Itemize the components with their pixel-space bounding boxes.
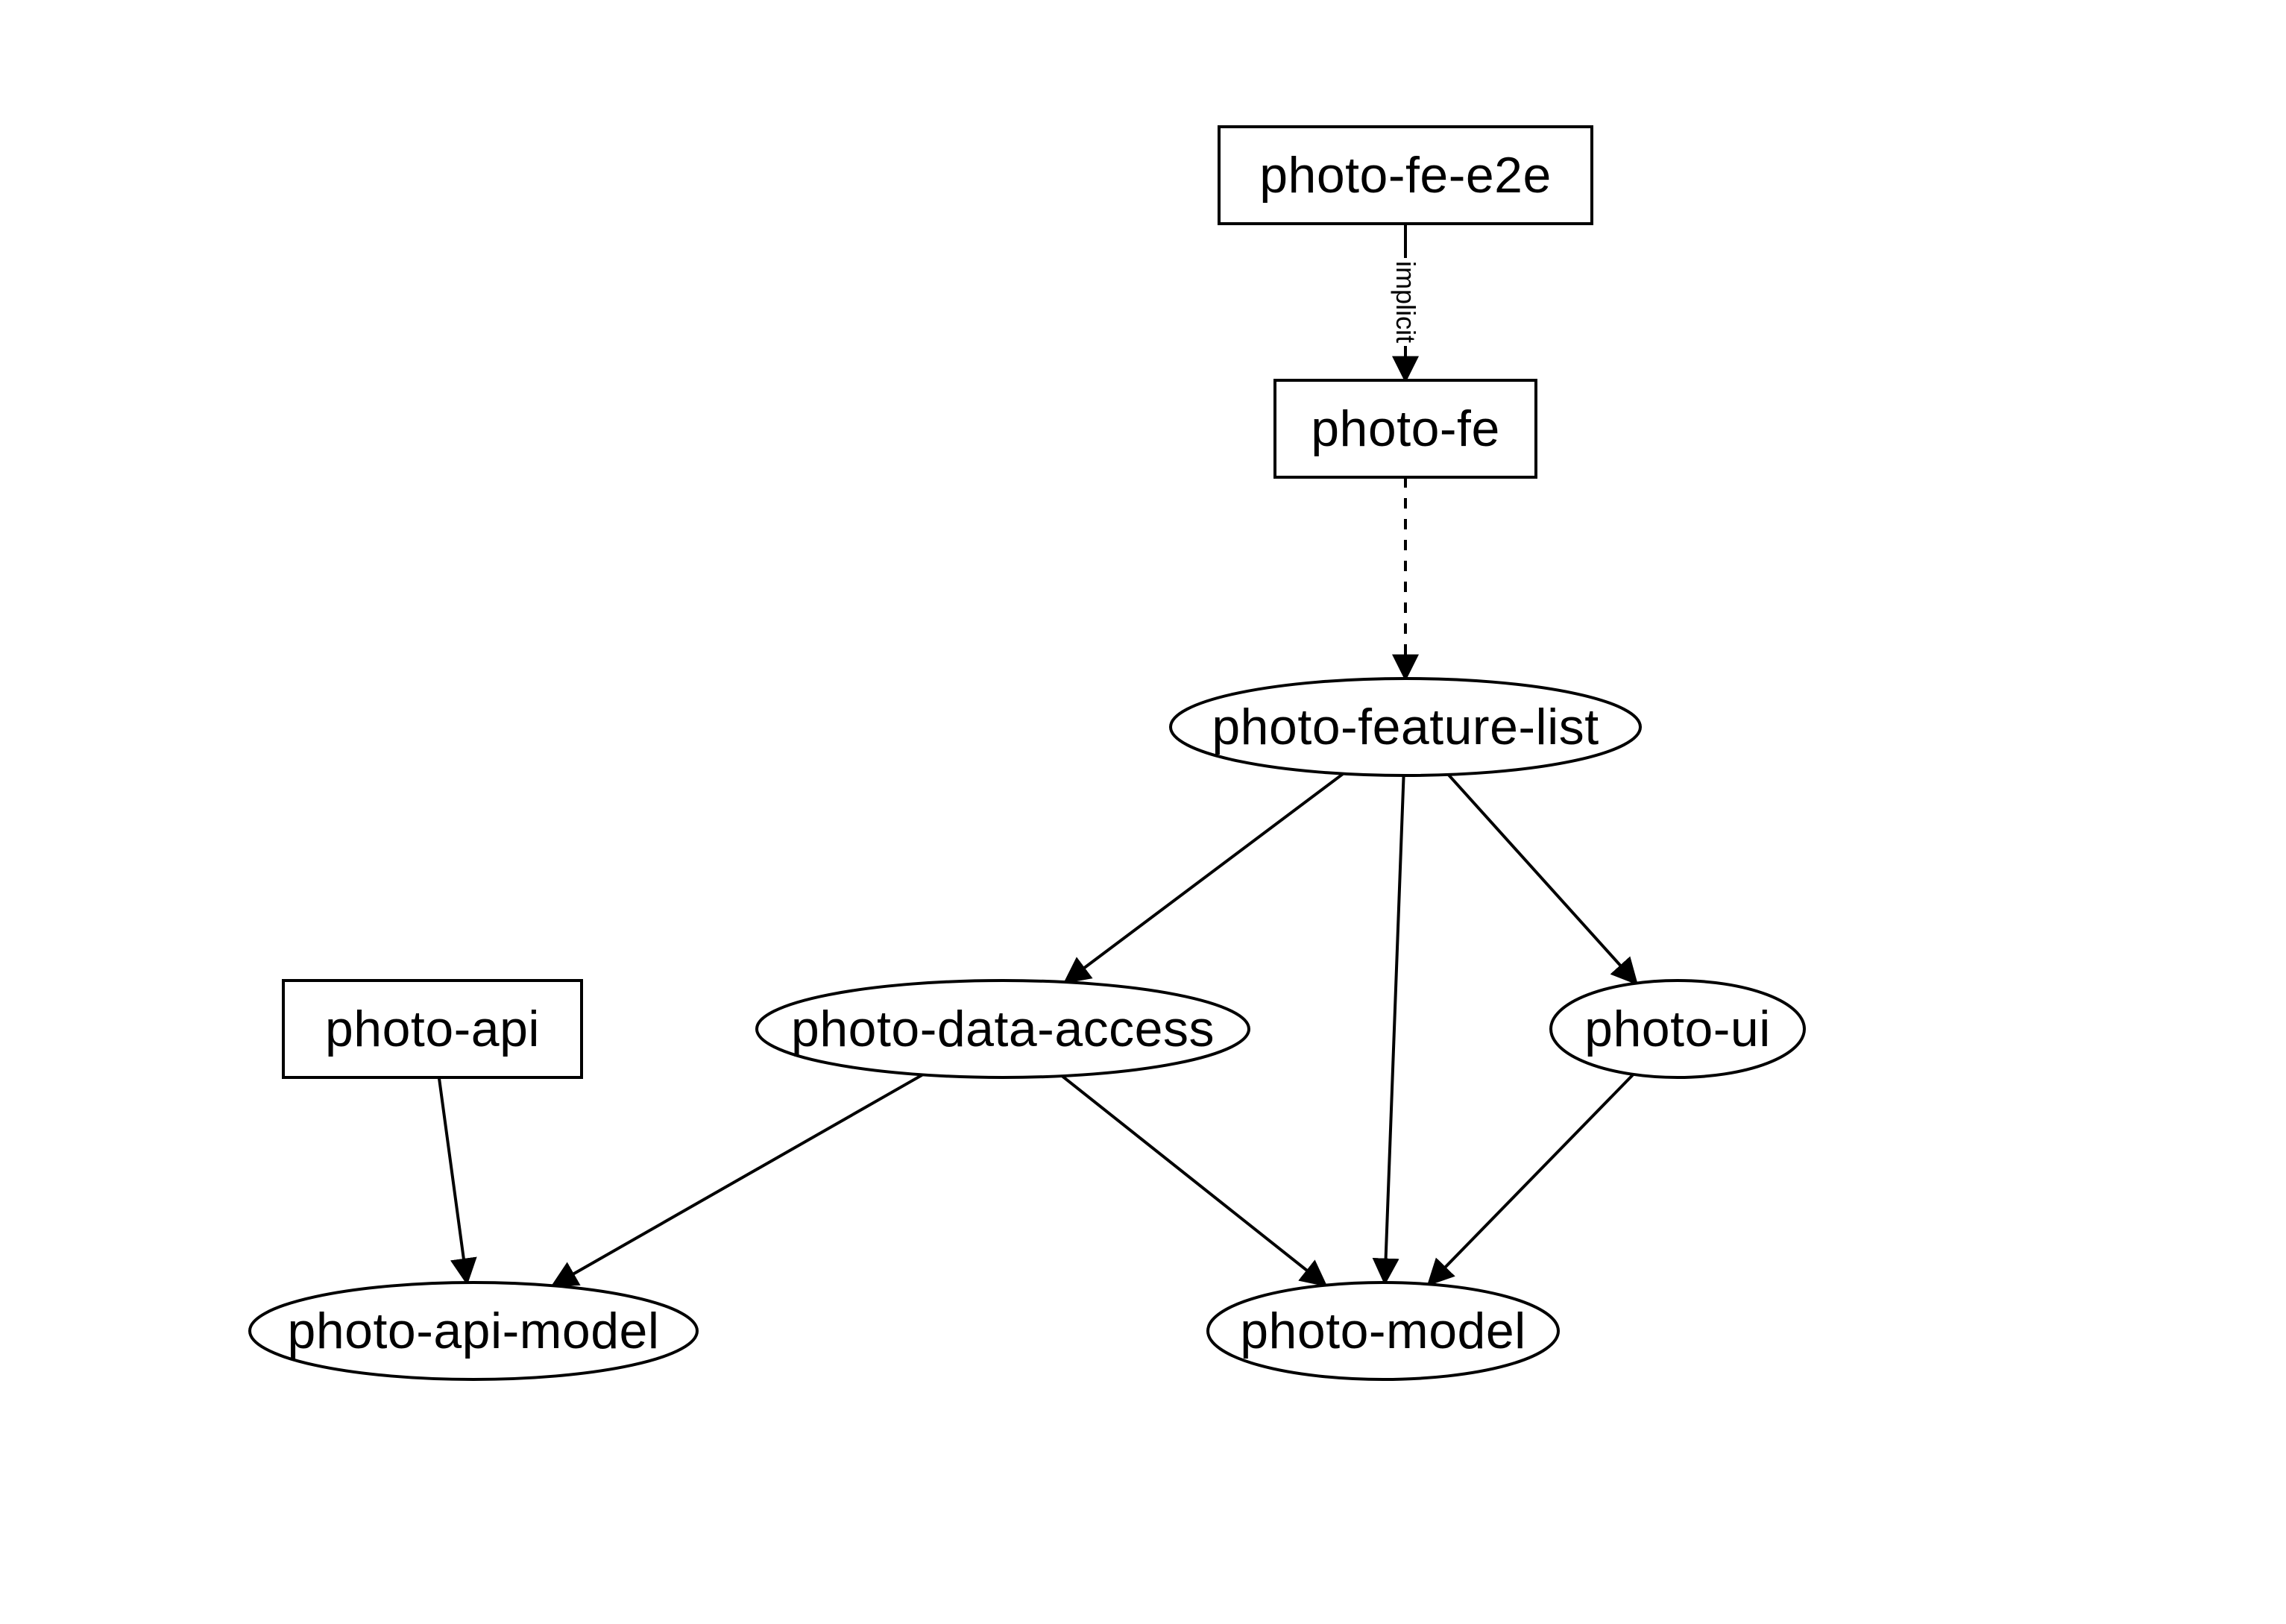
edge-photo-data-access-to-photo-model [1062, 1076, 1325, 1285]
edge-label-photo-fe-e2e-to-photo-fe: implicit [1390, 258, 1421, 346]
edge-photo-ui-to-photo-model [1429, 1074, 1633, 1284]
edge-photo-feature-list-to-photo-data-access [1065, 774, 1344, 982]
node-label-photo-ui: photo-ui [1584, 1000, 1771, 1058]
edge-photo-api-to-photo-api-model [439, 1077, 467, 1282]
dependency-graph-svg [0, 0, 2286, 1624]
edge-photo-data-access-to-photo-api-model [553, 1074, 923, 1285]
node-label-photo-feature-list: photo-feature-list [1212, 698, 1599, 756]
node-label-photo-data-access: photo-data-access [791, 1000, 1215, 1058]
edge-photo-feature-list-to-photo-model [1385, 775, 1403, 1282]
node-label-photo-fe-e2e: photo-fe-e2e [1259, 146, 1552, 204]
node-label-photo-api: photo-api [325, 1000, 540, 1058]
node-label-photo-fe: photo-fe [1311, 400, 1500, 458]
edge-photo-feature-list-to-photo-ui [1449, 775, 1637, 983]
node-label-photo-model: photo-model [1240, 1302, 1526, 1360]
node-label-photo-api-model: photo-api-model [288, 1302, 660, 1360]
